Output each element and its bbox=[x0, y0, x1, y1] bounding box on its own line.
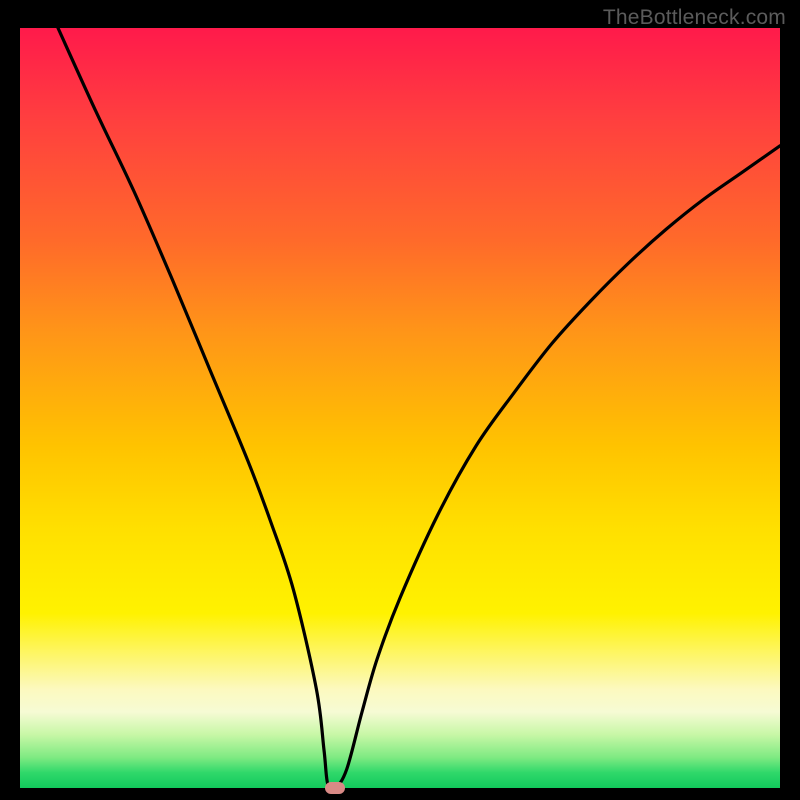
plot-svg bbox=[20, 28, 780, 788]
plot-area bbox=[20, 28, 780, 788]
chart-frame: TheBottleneck.com bbox=[0, 0, 800, 800]
min-marker bbox=[325, 782, 345, 794]
curve-line bbox=[58, 28, 780, 788]
watermark-text: TheBottleneck.com bbox=[603, 6, 786, 30]
